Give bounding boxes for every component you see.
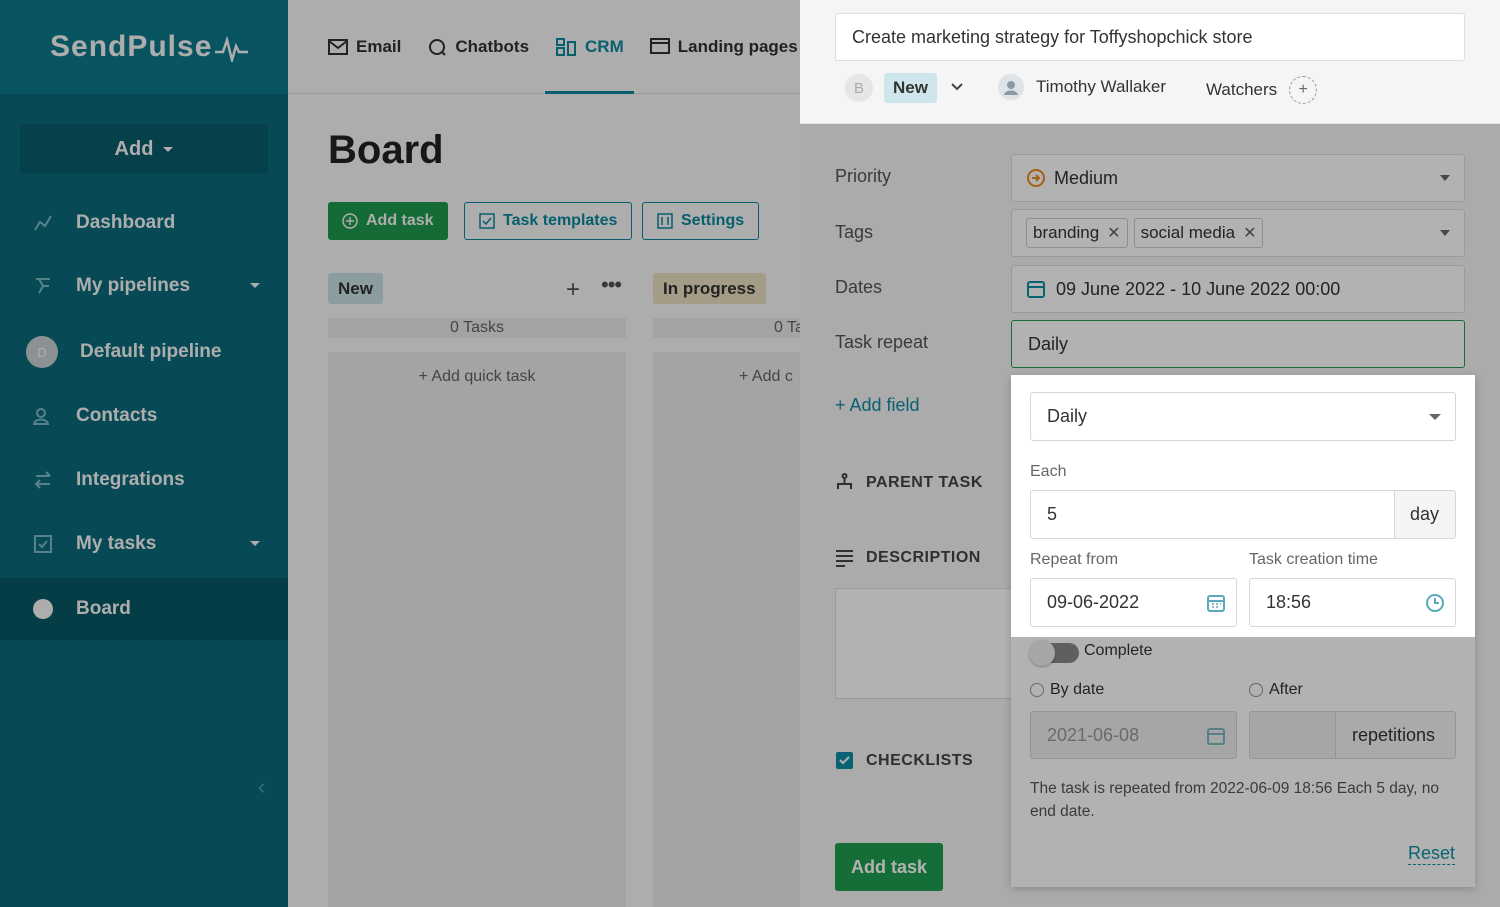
frequency-select[interactable]: Daily <box>1030 392 1456 441</box>
watchers: Watchers + <box>1206 76 1318 104</box>
status-avatar: B <box>845 74 873 102</box>
popup-dim-overlay <box>1011 637 1475 887</box>
task-header: Create marketing strategy for Toffyshopc… <box>800 0 1500 124</box>
status-badge[interactable]: New <box>884 73 937 103</box>
creation-time-input[interactable]: 18:56 <box>1249 578 1456 627</box>
caret-down-icon <box>1429 414 1441 420</box>
each-label: Each <box>1030 463 1067 480</box>
avatar <box>998 74 1024 100</box>
watchers-label: Watchers <box>1206 80 1278 99</box>
clock-icon[interactable] <box>1425 593 1445 613</box>
creation-time-label: Task creation time <box>1249 551 1378 568</box>
each-input[interactable]: 5 <box>1030 490 1395 539</box>
each-unit: day <box>1394 490 1456 539</box>
repeat-from-input[interactable]: 09-06-2022 <box>1030 578 1237 627</box>
modal-backdrop[interactable] <box>0 0 800 907</box>
task-title-input[interactable]: Create marketing strategy for Toffyshopc… <box>835 13 1465 61</box>
frequency-value: Daily <box>1047 406 1088 426</box>
assignee-name: Timothy Wallaker <box>1036 77 1167 96</box>
repeat-from-value: 09-06-2022 <box>1047 592 1140 612</box>
assignee[interactable]: Timothy Wallaker <box>998 74 1166 100</box>
calendar-icon[interactable] <box>1206 593 1226 613</box>
repeat-from-label: Repeat from <box>1030 551 1119 568</box>
task-repeat-popup: Daily Each 5 day Repeat from Task creati… <box>1011 375 1475 887</box>
chevron-down-icon[interactable] <box>950 82 964 92</box>
add-watcher-button[interactable]: + <box>1289 76 1318 104</box>
creation-time-value: 18:56 <box>1266 592 1312 612</box>
